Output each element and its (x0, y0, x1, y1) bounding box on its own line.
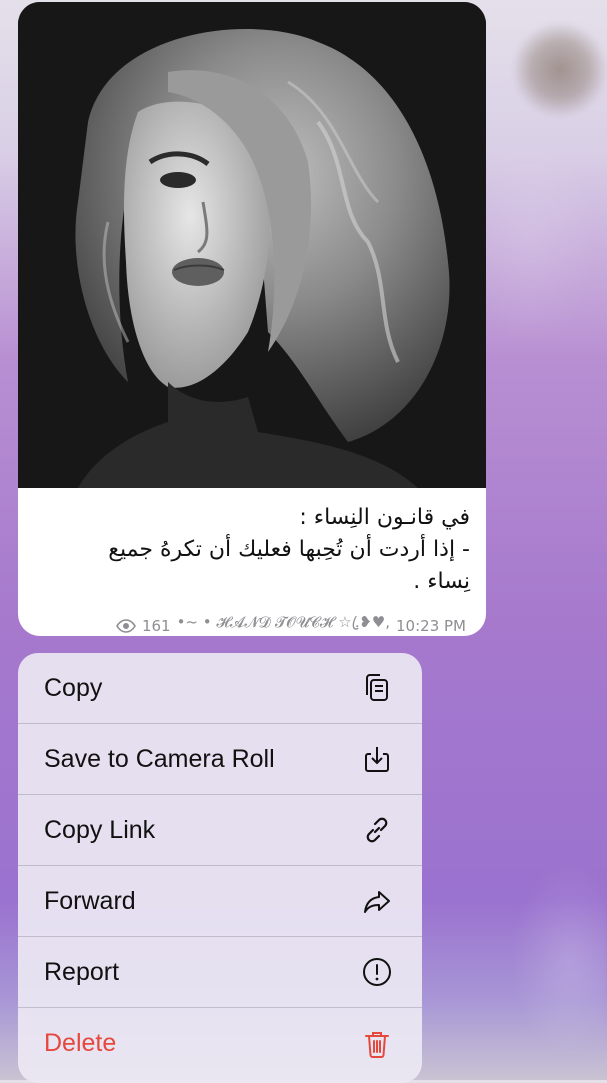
menu-item-label: Report (44, 957, 120, 986)
copy-icon (360, 671, 394, 705)
menu-item-report[interactable]: Report (18, 937, 422, 1008)
timestamp: 10:23 PM (396, 616, 466, 635)
message-meta: 161 •~ • 𝓗𝓐𝓝𝓓 𝓣𝓞𝓤𝓒𝓗 ☆.ꦿ❥♥, 10:23 PM (116, 610, 466, 636)
caption-line: في قانـون النِساء : (299, 505, 470, 530)
menu-item-label: Save to Camera Roll (44, 744, 275, 773)
menu-item-delete[interactable]: Delete (18, 1008, 422, 1079)
caption-line: نِساء . (413, 569, 470, 594)
view-count: 161 (141, 616, 171, 635)
signature: •~ • 𝓗𝓐𝓝𝓓 𝓣𝓞𝓤𝓒𝓗 ☆.ꦿ❥♥, (176, 613, 391, 631)
forward-icon (360, 884, 394, 918)
menu-item-label: Copy (44, 673, 103, 702)
menu-item-label: Forward (44, 886, 136, 915)
menu-item-copy[interactable]: Copy (18, 653, 422, 724)
menu-item-label: Delete (44, 1029, 117, 1057)
eye-icon (116, 618, 136, 633)
message-bubble[interactable]: في قانـون النِساء : - إذا أردت أن تُحِبه… (18, 2, 486, 636)
context-menu: Copy Save to Camera Roll Copy Link Forwa… (18, 653, 422, 1083)
message-caption: في قانـون النِساء : - إذا أردت أن تُحِبه… (34, 502, 470, 598)
menu-item-copy-link[interactable]: Copy Link (18, 795, 422, 866)
menu-item-save[interactable]: Save to Camera Roll (18, 724, 422, 795)
link-icon (360, 813, 394, 847)
caption-line: - إذا أردت أن تُحِبها فعليك أن تكرهُ جمي… (108, 537, 470, 562)
trash-icon (360, 1027, 394, 1061)
menu-item-forward[interactable]: Forward (18, 866, 422, 937)
report-icon (360, 955, 394, 989)
save-icon (360, 742, 394, 776)
message-photo[interactable] (18, 2, 486, 488)
menu-item-label: Copy Link (44, 815, 156, 844)
